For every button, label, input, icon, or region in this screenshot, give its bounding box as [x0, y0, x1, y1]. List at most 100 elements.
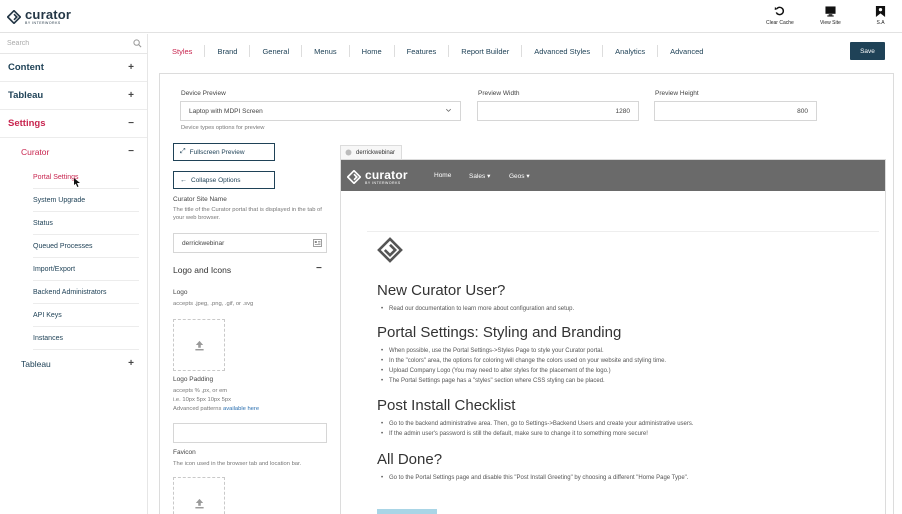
tab-styles[interactable]: Styles	[160, 45, 206, 57]
tab-brand[interactable]: Brand	[205, 45, 251, 57]
tab-general[interactable]: General	[250, 45, 303, 57]
preview-heading-new-user: New Curator User?	[377, 282, 506, 299]
curator-logo-icon	[7, 9, 21, 24]
preview-list-item: When possible, use the Portal Settings->…	[381, 348, 604, 354]
preview-navbar: curator BY INTERWORKS Home Sales ▾ Geos …	[341, 160, 885, 191]
device-preview-value: Laptop with MDPI Screen	[189, 107, 263, 115]
clear-cache-label: Clear Cache	[766, 20, 794, 26]
sidebar-leaf-system-upgrade[interactable]: System Upgrade	[33, 189, 139, 212]
id-card-icon	[313, 239, 322, 247]
preview-heading-all-done: All Done?	[377, 451, 443, 468]
search-icon[interactable]	[133, 39, 142, 48]
refresh-icon	[775, 6, 785, 16]
favicon-label: Favicon	[173, 449, 196, 456]
preview-tab-label: derrickwebinar	[356, 149, 396, 156]
expand-arrows-icon: ⤢	[180, 148, 186, 155]
sidebar-item-settings[interactable]: Settings −	[0, 110, 147, 138]
expand-icon[interactable]: +	[128, 90, 134, 101]
preview-heading-checklist: Post Install Checklist	[377, 397, 516, 414]
preview-list-item: Go to the backend administrative area. T…	[381, 421, 694, 427]
view-site-button[interactable]: View Site	[820, 6, 841, 26]
sidebar-leaf-backend-administrators[interactable]: Backend Administrators	[33, 281, 139, 304]
sidebar-sub-label: Curator	[21, 147, 50, 157]
clear-cache-button[interactable]: Clear Cache	[766, 6, 794, 26]
curator-logo-icon	[377, 237, 403, 263]
sidebar-leaf-status[interactable]: Status	[33, 212, 139, 235]
user-menu-button[interactable]: S.A	[875, 6, 886, 26]
preview-list-item: If the admin user's password is still th…	[381, 431, 648, 437]
tab-report-builder[interactable]: Report Builder	[449, 45, 523, 57]
tab-advanced-styles[interactable]: Advanced Styles	[522, 45, 604, 57]
preview-brand-sub: BY INTERWORKS	[365, 181, 401, 185]
view-site-label: View Site	[820, 20, 841, 26]
globe-icon	[345, 149, 352, 156]
site-name-label: Curator Site Name	[173, 196, 227, 203]
curator-logo-icon	[347, 170, 361, 185]
preview-height-value: 800	[797, 107, 808, 115]
preview-nav-home: Home	[434, 172, 452, 179]
user-label: S.A	[876, 20, 885, 26]
sidebar-item-label: Content	[8, 62, 44, 73]
logo-padding-label: Logo Padding	[173, 376, 214, 383]
device-preview-label: Device Preview	[181, 90, 226, 97]
preview-list-item: Upload Company Logo (You may need to alt…	[381, 368, 611, 374]
logo-padding-hint-1: accepts % ,px, or em	[173, 388, 228, 394]
site-name-input[interactable]: derrickwebinar	[173, 233, 327, 253]
sidebar-leaf-import-export[interactable]: Import/Export	[33, 258, 139, 281]
user-flag-icon	[875, 6, 886, 17]
logo-label: Logo	[173, 289, 188, 296]
preview-list-item: Read our documentation to learn more abo…	[381, 306, 574, 312]
logo-padding-hint-3-text: Advanced patterns	[173, 406, 222, 412]
search-input[interactable]	[0, 34, 147, 53]
sidebar: Content + Tableau + Settings − Curator −…	[0, 34, 148, 514]
sidebar-sub-curator[interactable]: Curator −	[0, 138, 147, 166]
mouse-cursor-icon	[74, 178, 80, 187]
tab-advanced[interactable]: Advanced	[658, 45, 715, 57]
preview-width-input[interactable]: 1280	[477, 101, 639, 121]
advanced-patterns-link[interactable]: available here	[223, 406, 259, 412]
logo-hint: accepts .jpeg, .png, .gif, or .svg	[173, 301, 254, 307]
fullscreen-preview-button[interactable]: ⤢ Fullscreen Preview	[173, 143, 275, 161]
logo-padding-input[interactable]	[173, 423, 327, 443]
tab-features[interactable]: Features	[395, 45, 450, 57]
preview-width-value: 1280	[615, 107, 630, 115]
settings-tabs: Styles Brand General Menus Home Features…	[160, 41, 715, 61]
tab-menus[interactable]: Menus	[302, 45, 350, 57]
preview-button	[377, 509, 437, 514]
device-preview-select[interactable]: Laptop with MDPI Screen	[180, 101, 461, 121]
sidebar-leaf-instances[interactable]: Instances	[33, 327, 139, 350]
preview-height-input[interactable]: 800	[654, 101, 817, 121]
collapse-icon[interactable]: −	[128, 118, 134, 129]
preview-list-item: Go to the Portal Settings page and disab…	[381, 475, 688, 481]
preview-nav-geos: Geos ▾	[509, 173, 530, 180]
site-preview: curator BY INTERWORKS Home Sales ▾ Geos …	[340, 159, 886, 514]
save-button[interactable]: Save	[850, 42, 885, 60]
curator-logo[interactable]: curator BY INTERWORKS	[7, 8, 71, 26]
sidebar-leaf-portal-settings[interactable]: Portal Settings	[33, 166, 139, 189]
expand-icon[interactable]: +	[128, 358, 134, 369]
preview-height-label: Preview Height	[655, 90, 699, 97]
sidebar-item-tableau[interactable]: Tableau +	[0, 82, 147, 110]
collapse-icon[interactable]: −	[316, 263, 322, 274]
logo-section-title[interactable]: Logo and Icons	[173, 265, 231, 275]
logo-padding-hint-2: i.e. 10px 5px 10px 5px	[173, 397, 232, 403]
sidebar-sub-tableau[interactable]: Tableau +	[0, 350, 147, 378]
collapse-icon[interactable]: −	[128, 146, 134, 157]
sidebar-leaf-queued-processes[interactable]: Queued Processes	[33, 235, 139, 258]
favicon-upload-dropzone[interactable]	[173, 477, 225, 514]
tab-analytics[interactable]: Analytics	[603, 45, 659, 57]
tab-home[interactable]: Home	[350, 45, 395, 57]
sidebar-item-label: Settings	[8, 118, 46, 129]
preview-brand-name: curator	[365, 168, 408, 182]
sidebar-item-label: Tableau	[8, 90, 44, 101]
sidebar-item-content[interactable]: Content +	[0, 54, 147, 82]
preview-nav-sales: Sales ▾	[469, 173, 491, 180]
arrow-left-icon: ←	[180, 176, 187, 184]
preview-heading-portal-settings: Portal Settings: Styling and Branding	[377, 324, 622, 341]
logo-upload-dropzone[interactable]	[173, 319, 225, 371]
upload-icon	[194, 340, 204, 350]
expand-icon[interactable]: +	[128, 62, 134, 73]
collapse-options-label: Collapse Options	[191, 176, 241, 184]
collapse-options-button[interactable]: ← Collapse Options	[173, 171, 275, 189]
sidebar-leaf-api-keys[interactable]: API Keys	[33, 304, 139, 327]
